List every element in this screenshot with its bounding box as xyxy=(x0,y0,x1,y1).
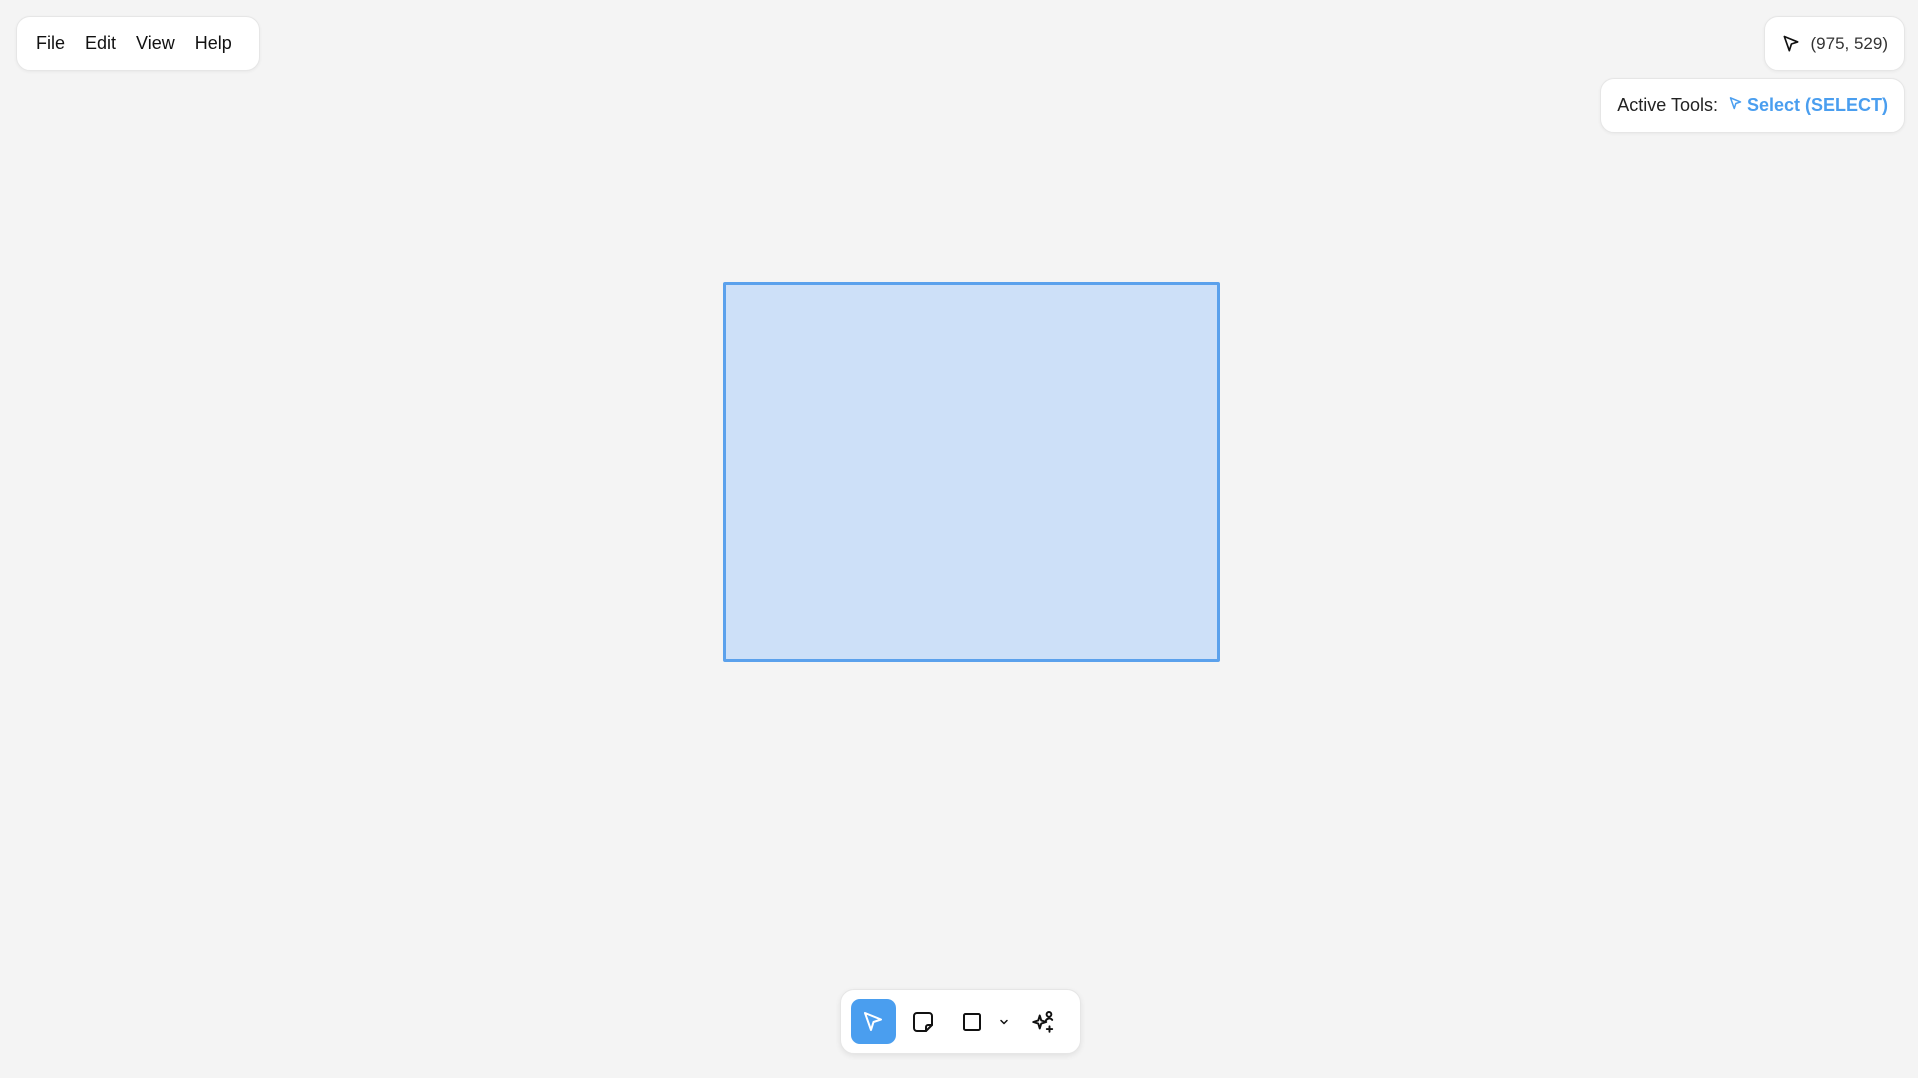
menu-bar: File Edit View Help xyxy=(16,16,260,71)
active-tools-label: Active Tools: xyxy=(1617,95,1718,115)
menu-view[interactable]: View xyxy=(126,27,185,60)
chevron-down-icon xyxy=(998,1016,1010,1028)
active-tools-panel: Active Tools: Select (SELECT) xyxy=(1600,78,1905,133)
bottom-toolbar xyxy=(840,989,1081,1054)
whiteboard-canvas[interactable]: File Edit View Help (975, 529) Active To… xyxy=(0,0,1918,1078)
pointer-arrow-icon xyxy=(1781,34,1801,54)
pointer-arrow-icon xyxy=(861,1010,885,1034)
shape-options-dropdown[interactable] xyxy=(993,999,1015,1044)
pointer-arrow-icon xyxy=(1728,95,1743,116)
select-tool-button[interactable] xyxy=(851,999,896,1044)
rectangle-tool-button[interactable] xyxy=(950,999,995,1044)
cursor-position-text: (975, 529) xyxy=(1810,33,1889,53)
active-tool-indicator: Select (SELECT) xyxy=(1728,95,1888,116)
menu-help[interactable]: Help xyxy=(185,27,242,60)
menu-edit[interactable]: Edit xyxy=(75,27,126,60)
sticky-note-icon xyxy=(911,1010,935,1034)
ai-tool-button[interactable] xyxy=(1020,999,1065,1044)
menu-file[interactable]: File xyxy=(34,27,75,60)
square-icon xyxy=(960,1010,984,1034)
cursor-position-readout: (975, 529) xyxy=(1763,16,1905,71)
active-tool-name: Select (SELECT) xyxy=(1746,95,1888,115)
rectangle-shape[interactable] xyxy=(723,282,1220,662)
sticky-note-tool-button[interactable] xyxy=(901,999,946,1044)
sparkles-person-icon xyxy=(1030,1009,1056,1035)
